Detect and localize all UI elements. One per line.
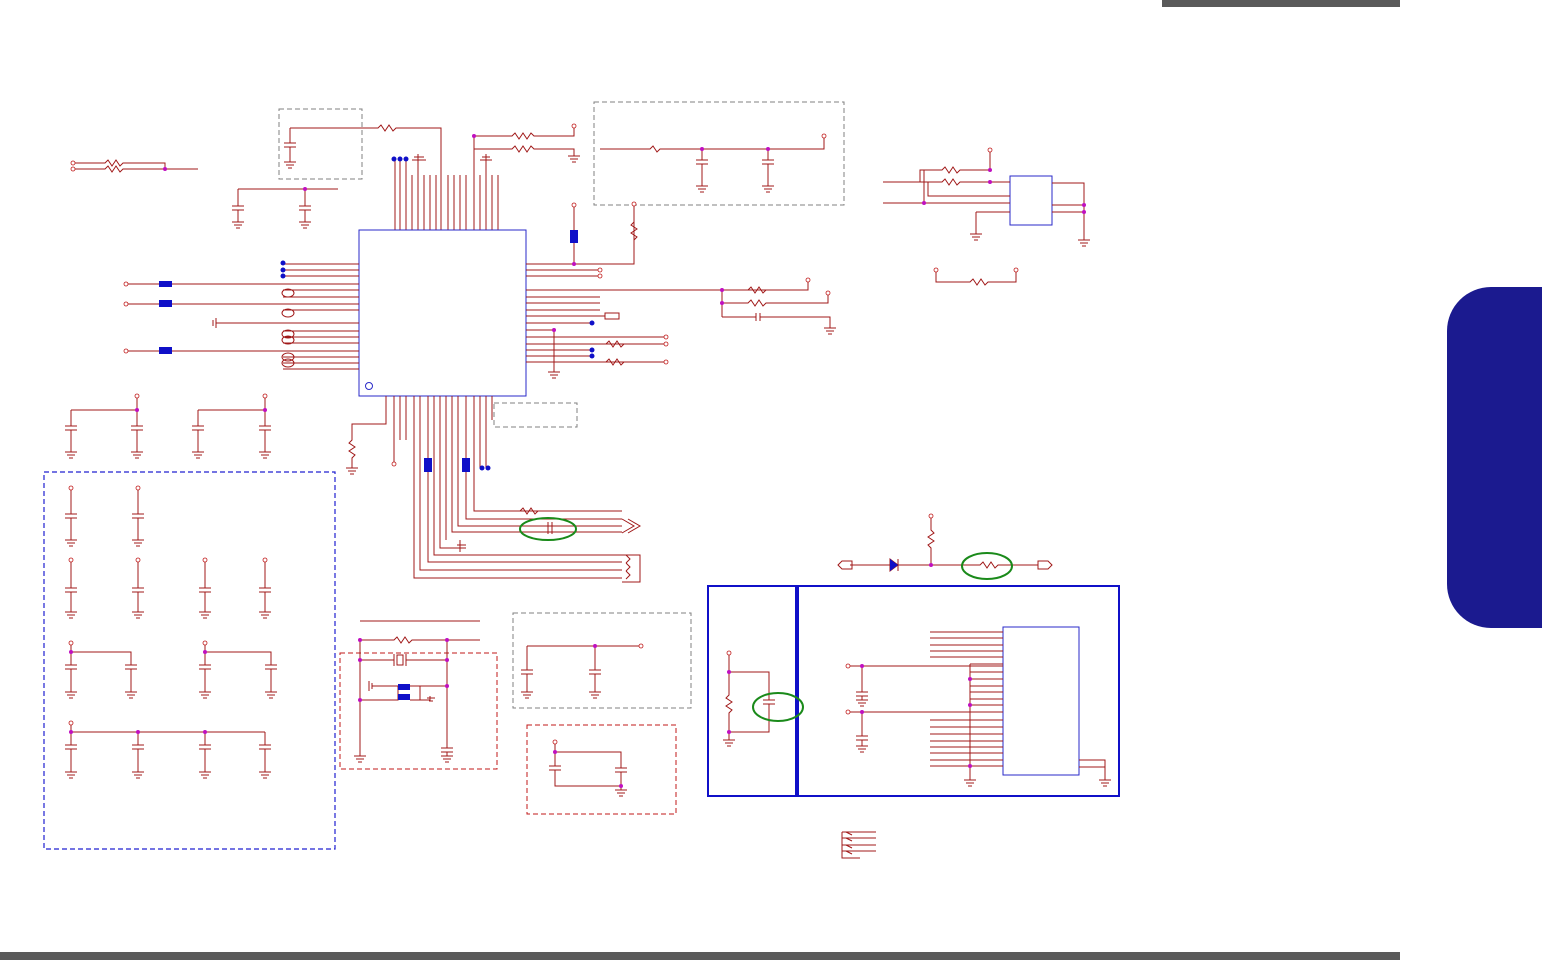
connector-left-section [723,650,775,747]
highlight-ring-fuse [961,552,1013,580]
main-controller-ic [358,229,527,397]
eeprom-ic [1009,175,1053,226]
pullup-resistors-top [472,123,580,230]
audio-caps [521,643,644,699]
reset-circuit [549,739,627,797]
net-port-stack [841,831,876,859]
main-chip-bottom-pins [346,396,641,583]
input-resistor-network [70,159,198,173]
power-input-line [837,513,1053,572]
main-chip-left-pins [123,260,359,370]
filter-network [600,133,827,193]
main-chip-right-pins [526,201,836,379]
crystal-oscillator [354,620,480,763]
power-decoupling-region [43,471,336,850]
connector-right-section [845,626,1111,787]
audio-cap-region [512,612,692,709]
decoupling-caps-row [65,393,271,459]
decoupling-cap-pair-top [232,187,338,229]
highlight-rings [519,517,1013,722]
schematic-diagram [43,101,1120,859]
connector-header [1002,626,1080,776]
power-decoupling-caps [65,485,277,779]
filter-region [593,101,845,206]
main-chip-top-pins [391,154,499,230]
eeprom-ic-group [883,147,1090,286]
crystal-oscillator-region [339,652,498,770]
bottom-option-region [493,402,578,428]
